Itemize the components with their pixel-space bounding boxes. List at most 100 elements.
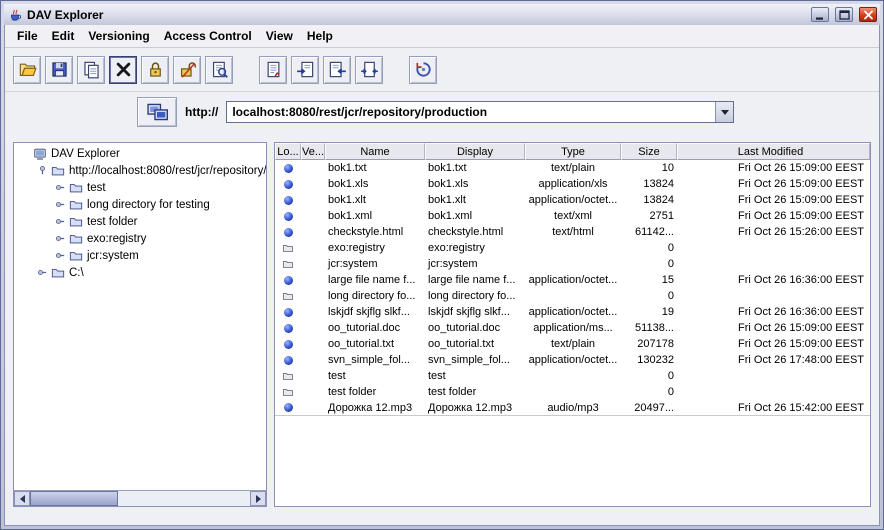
menu-access-control[interactable]: Access Control [157,27,259,45]
open-button[interactable] [13,56,41,84]
cell-versioned [301,336,325,352]
table-row[interactable]: oo_tutorial.txtoo_tutorial.txttext/plain… [275,336,870,352]
scroll-left-button[interactable] [14,491,30,506]
table-row[interactable]: test foldertest folder0 [275,384,870,400]
cell-size: 0 [621,256,677,272]
url-combobox [226,101,734,123]
checkout-button[interactable] [291,56,319,84]
tree-toggle-icon[interactable] [54,232,67,245]
tree-node[interactable]: C:\ [14,264,266,281]
scroll-right-button[interactable] [250,491,266,506]
cell-size: 61142... [621,224,677,240]
cell-versioned [301,224,325,240]
view-properties-button[interactable] [205,56,233,84]
table-row[interactable]: bok1.xltbok1.xltapplication/octet...1382… [275,192,870,208]
tree-toggle-icon[interactable] [36,266,49,279]
url-input[interactable] [227,102,715,122]
column-header-versioned[interactable]: Ve... [301,143,325,160]
java-app-icon [7,7,23,23]
tree-node[interactable]: long directory for testing [14,196,266,213]
delete-button[interactable] [109,56,137,84]
menu-versioning[interactable]: Versioning [81,27,156,45]
scrollbar-track[interactable] [30,491,250,506]
title-bar[interactable]: DAV Explorer [4,4,880,25]
tree-panel: DAV Explorerhttp://localhost:8080/rest/j… [13,142,267,507]
cell-type [525,368,621,384]
cell-type: text/html [525,224,621,240]
folder-icon [69,215,83,229]
table-row[interactable]: svn_simple_fol...svn_simple_fol...applic… [275,352,870,368]
unlock-button[interactable] [173,56,201,84]
cell-type: audio/mp3 [525,400,621,415]
tree-toggle-icon[interactable] [54,198,67,211]
cell-display: oo_tutorial.doc [425,320,525,336]
cell-versioned [301,208,325,224]
table-row[interactable]: large file name f...large file name f...… [275,272,870,288]
window-body: FileEditVersioningAccess ControlViewHelp… [4,25,880,526]
table-row[interactable]: long directory fo...long directory fo...… [275,288,870,304]
refresh-button[interactable] [409,56,437,84]
cell-versioned [301,160,325,176]
lock-button[interactable] [141,56,169,84]
doc-arrow-right-icon [296,60,315,79]
checkin-button[interactable] [355,56,383,84]
cell-size: 0 [621,368,677,384]
cell-display: long directory fo... [425,288,525,304]
save-button[interactable] [45,56,73,84]
table-row[interactable]: oo_tutorial.docoo_tutorial.docapplicatio… [275,320,870,336]
file-icon [284,403,293,412]
scrollbar-thumb[interactable] [30,491,118,506]
table-row[interactable]: bok1.xmlbok1.xmltext/xml2751Fri Oct 26 1… [275,208,870,224]
tree-node[interactable]: DAV Explorer [14,145,266,162]
tree-node[interactable]: test [14,179,266,196]
menu-edit[interactable]: Edit [45,27,82,45]
tree-toggle-icon[interactable] [54,249,67,262]
tree-node[interactable]: test folder [14,213,266,230]
doc-report-icon [264,60,283,79]
minimize-button[interactable] [811,7,829,22]
table-row[interactable]: Дорожка 12.mp3Дорожка 12.mp3audio/mp3204… [275,400,870,416]
column-header-name[interactable]: Name [325,143,425,160]
table-row[interactable]: checkstyle.htmlcheckstyle.htmltext/html6… [275,224,870,240]
file-icon [284,324,293,333]
cell-lock [275,224,301,240]
table-row[interactable]: lskjdf skjflg slkf...lskjdf skjflg slkf.… [275,304,870,320]
column-header-size[interactable]: Size [621,143,677,160]
copy-button[interactable] [77,56,105,84]
split-divider[interactable] [267,142,274,507]
tree-node[interactable]: http://localhost:8080/rest/jcr/repositor… [14,162,266,179]
tree-hscrollbar[interactable] [14,490,266,506]
cell-name: bok1.txt [325,160,425,176]
table-row[interactable]: bok1.xlsbok1.xlsapplication/xls13824Fri … [275,176,870,192]
cell-name: oo_tutorial.txt [325,336,425,352]
close-button[interactable] [859,7,877,22]
tree-node[interactable]: exo:registry [14,230,266,247]
column-header-last-modified[interactable]: Last Modified [677,143,870,160]
file-icon [284,340,293,349]
tree-toggle-icon[interactable] [54,215,67,228]
table-row[interactable]: bok1.txtbok1.txttext/plain10Fri Oct 26 1… [275,160,870,176]
column-header-type[interactable]: Type [525,143,621,160]
tree-node[interactable]: jcr:system [14,247,266,264]
tree-toggle-icon[interactable] [54,181,67,194]
menu-view[interactable]: View [259,27,300,45]
tree-node-label: test folder [85,216,138,228]
column-header-lock[interactable]: Lo... [275,143,301,160]
triangle-right-icon [256,495,261,503]
menu-help[interactable]: Help [300,27,340,45]
table-row[interactable]: testtest0 [275,368,870,384]
cell-lock [275,208,301,224]
connect-button[interactable] [137,97,177,127]
tree-toggle-icon[interactable] [36,164,49,177]
table-row[interactable]: jcr:systemjcr:system0 [275,256,870,272]
maximize-button[interactable] [835,7,853,22]
table-row[interactable]: exo:registryexo:registry0 [275,240,870,256]
menu-file[interactable]: File [10,27,45,45]
cell-modified [677,288,870,304]
cell-display: svn_simple_fol... [425,352,525,368]
combo-dropdown-button[interactable] [715,102,733,122]
cell-name: checkstyle.html [325,224,425,240]
uncheckout-button[interactable] [323,56,351,84]
version-report-button[interactable] [259,56,287,84]
column-header-display[interactable]: Display [425,143,525,160]
